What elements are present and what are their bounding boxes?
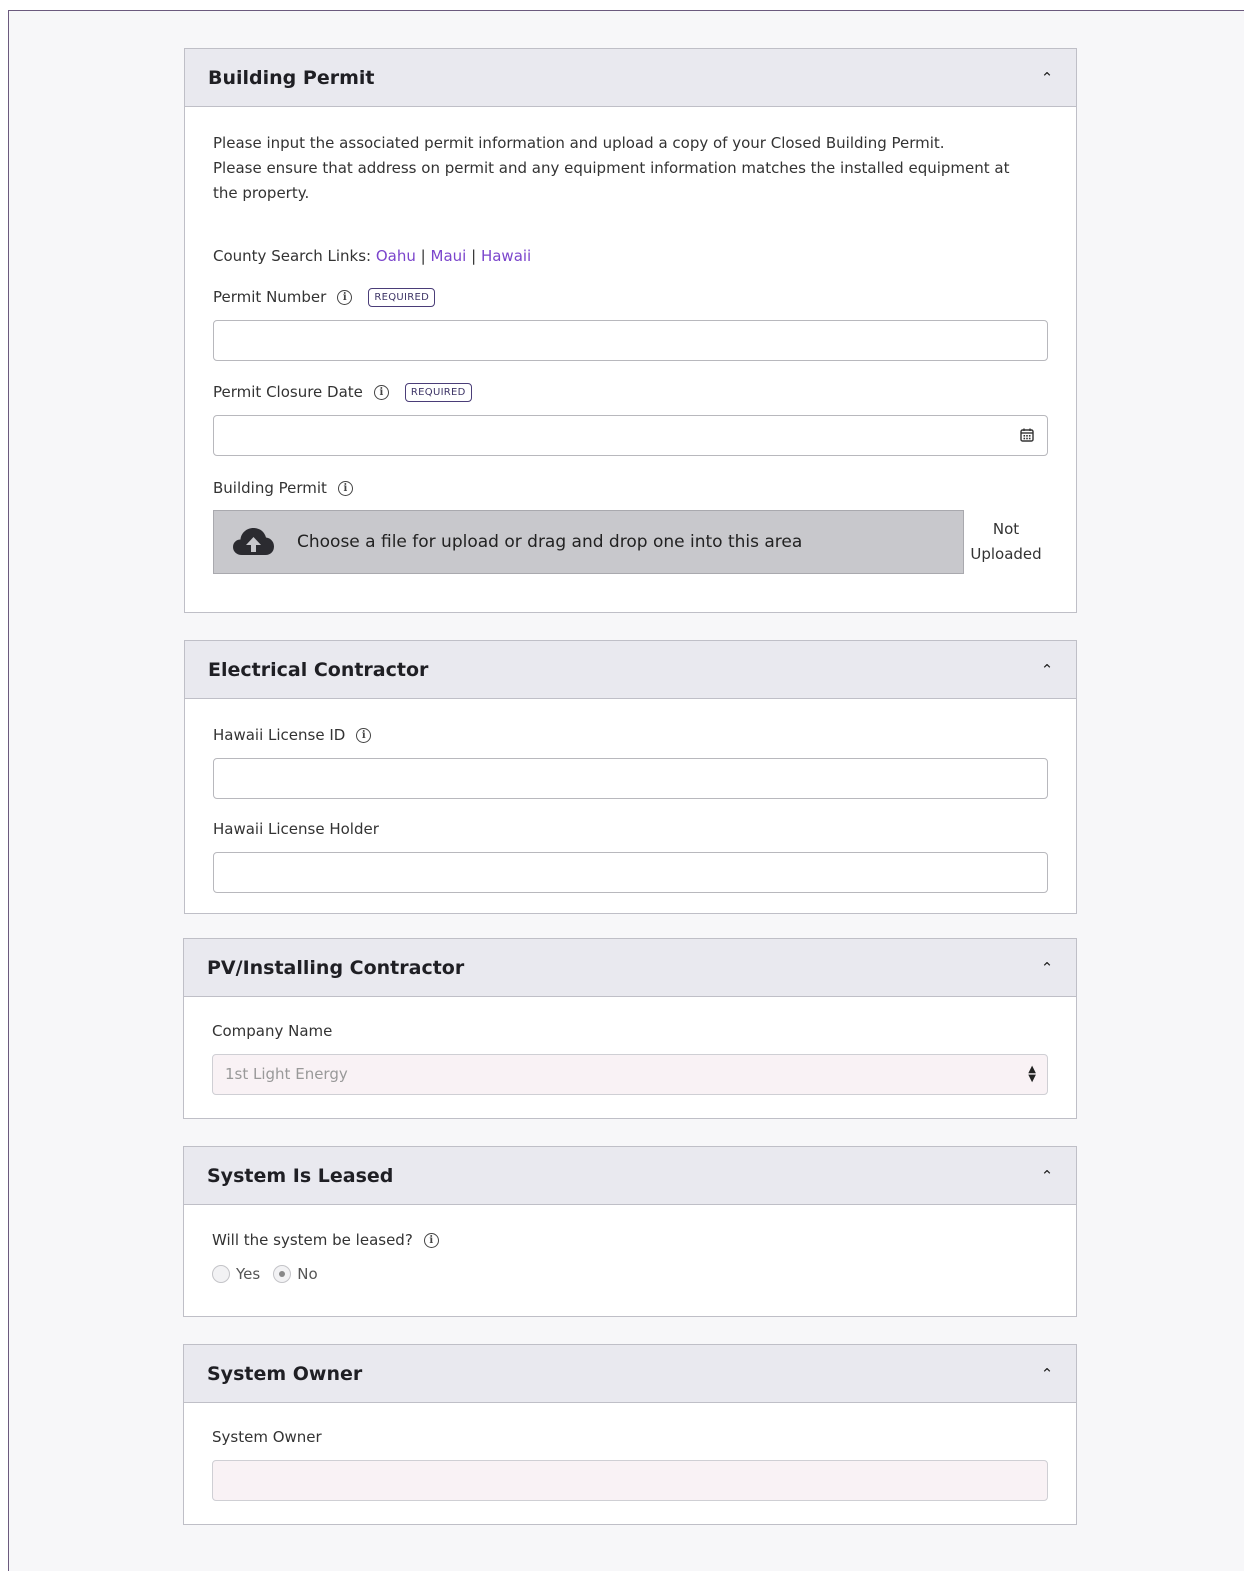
select-arrows-icon: ▲ ▼	[1028, 1064, 1036, 1084]
chevron-up-icon[interactable]: ⌃	[1040, 661, 1054, 679]
chevron-up-icon[interactable]: ⌃	[1040, 959, 1054, 977]
electrical-contractor-header[interactable]: Electrical Contractor ⌃	[185, 641, 1076, 699]
upload-status-line-1: Not	[992, 520, 1020, 538]
radio-selected-dot	[279, 1271, 286, 1277]
upload-status: Not Uploaded	[964, 517, 1048, 567]
pv-contractor-header[interactable]: PV/Installing Contractor ⌃	[184, 939, 1076, 997]
building-permit-header[interactable]: Building Permit ⌃	[185, 49, 1076, 107]
permit-number-input[interactable]	[213, 320, 1048, 361]
company-name-select[interactable]: 1st Light Energy ▲ ▼	[212, 1054, 1048, 1095]
system-owner-panel: System Owner ⌃ System Owner	[183, 1344, 1077, 1525]
building-permit-panel: Building Permit ⌃ Please input the assoc…	[184, 48, 1077, 613]
required-badge: REQUIRED	[368, 287, 436, 307]
leased-question: Will the system be leased?	[212, 1231, 413, 1249]
county-links-label: County Search Links:	[213, 247, 372, 265]
electrical-contractor-panel: Electrical Contractor ⌃ Hawaii License I…	[184, 640, 1077, 914]
upload-instructions: Choose a file for upload or drag and dro…	[297, 532, 803, 552]
chevron-up-icon[interactable]: ⌃	[1040, 69, 1054, 87]
radio-no-label[interactable]: No	[297, 1265, 317, 1283]
company-name-label-row: Company Name	[212, 1020, 1048, 1042]
radio-yes[interactable]	[212, 1265, 230, 1283]
license-holder-input[interactable]	[213, 852, 1048, 893]
upload-status-line-2: Uploaded	[970, 545, 1042, 563]
panel-title: System Is Leased	[207, 1164, 394, 1187]
closure-date-label-row: Permit Closure Date i REQUIRED	[213, 381, 1048, 403]
pv-contractor-panel: PV/Installing Contractor ⌃ Company Name …	[183, 938, 1077, 1119]
link-separator: |	[471, 247, 477, 265]
info-icon[interactable]: i	[373, 384, 389, 400]
closure-date-input[interactable]	[213, 415, 1048, 456]
link-separator: |	[420, 247, 426, 265]
radio-no[interactable]	[273, 1265, 292, 1283]
info-icon[interactable]: i	[423, 1232, 439, 1248]
system-owner-header[interactable]: System Owner ⌃	[184, 1345, 1076, 1403]
system-owner-input[interactable]	[212, 1460, 1048, 1501]
chevron-up-icon[interactable]: ⌃	[1040, 1365, 1054, 1383]
intro-text: Please input the associated permit infor…	[213, 131, 1048, 206]
link-hawaii[interactable]: Hawaii	[481, 247, 531, 265]
permit-number-label: Permit Number	[213, 288, 327, 306]
license-id-label: Hawaii License ID	[213, 726, 346, 744]
chevron-up-icon[interactable]: ⌃	[1040, 1167, 1054, 1185]
license-id-label-row: Hawaii License ID i	[213, 724, 1048, 746]
info-icon[interactable]: i	[356, 727, 372, 743]
building-permit-upload-label: Building Permit	[213, 479, 327, 497]
closure-date-label: Permit Closure Date	[213, 383, 363, 401]
license-holder-label-row: Hawaii License Holder	[213, 818, 1048, 840]
intro-line-1: Please input the associated permit infor…	[213, 134, 945, 152]
leased-question-row: Will the system be leased? i	[212, 1229, 1048, 1251]
panel-title: Electrical Contractor	[208, 658, 429, 681]
system-leased-panel: System Is Leased ⌃ Will the system be le…	[183, 1146, 1077, 1317]
required-badge: REQUIRED	[404, 382, 472, 402]
company-name-value: 1st Light Energy	[225, 1065, 348, 1083]
calendar-icon[interactable]	[1020, 428, 1034, 442]
radio-yes-label[interactable]: Yes	[236, 1265, 260, 1283]
system-owner-label: System Owner	[212, 1428, 322, 1446]
system-owner-label-row: System Owner	[212, 1426, 1048, 1448]
panel-title: System Owner	[207, 1362, 363, 1385]
upload-label-row: Building Permit i	[213, 477, 1048, 499]
panel-title: PV/Installing Contractor	[207, 956, 465, 979]
intro-line-2: Please ensure that address on permit and…	[213, 159, 1010, 202]
cloud-upload-icon	[233, 528, 274, 555]
info-icon[interactable]: i	[337, 480, 353, 496]
upload-row: Choose a file for upload or drag and dro…	[213, 510, 1048, 574]
leased-radio-group: Yes No	[212, 1265, 1048, 1283]
system-leased-header[interactable]: System Is Leased ⌃	[184, 1147, 1076, 1205]
county-search-links: County Search Links: Oahu | Maui | Hawai…	[213, 247, 1048, 265]
link-maui[interactable]: Maui	[431, 247, 467, 265]
permit-number-label-row: Permit Number i REQUIRED	[213, 286, 1048, 308]
license-holder-label: Hawaii License Holder	[213, 820, 379, 838]
file-upload-dropzone[interactable]: Choose a file for upload or drag and dro…	[213, 510, 964, 574]
panel-title: Building Permit	[208, 66, 375, 89]
license-id-input[interactable]	[213, 758, 1048, 799]
company-name-label: Company Name	[212, 1022, 333, 1040]
info-icon[interactable]: i	[337, 289, 353, 305]
link-oahu[interactable]: Oahu	[376, 247, 416, 265]
